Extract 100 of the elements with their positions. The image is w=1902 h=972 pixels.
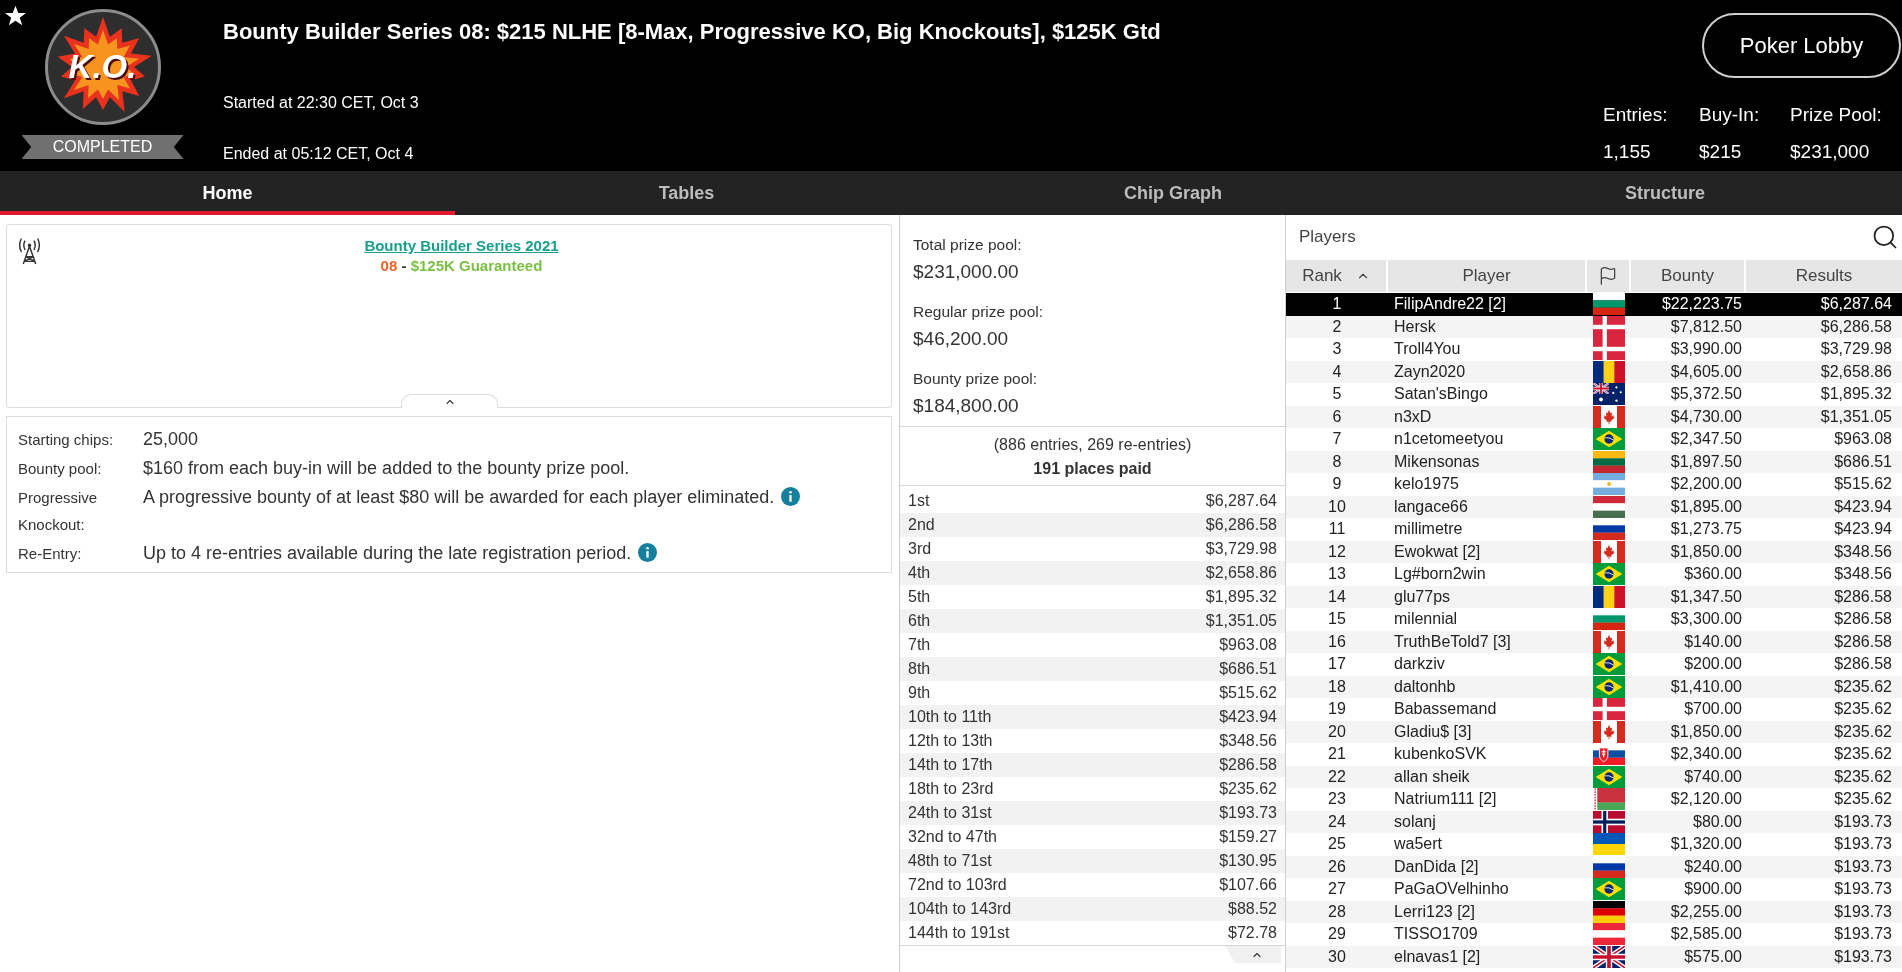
bounty-amount: $2,585.00 xyxy=(1669,924,1743,945)
result-amount: $6,286.58 xyxy=(1819,316,1893,337)
player-row[interactable]: 10 langace66 $1,895.00 $423.94 xyxy=(1286,495,1902,518)
place-label: 4th xyxy=(908,563,931,583)
search-icon xyxy=(1871,223,1899,251)
result-amount: $423.94 xyxy=(1833,496,1893,517)
result-amount: $193.73 xyxy=(1833,946,1893,967)
rank-number: 15 xyxy=(1327,609,1347,630)
result-amount: $963.08 xyxy=(1833,429,1893,450)
player-row[interactable]: 8 Mikensonas $1,897.50 $686.51 xyxy=(1286,450,1902,473)
player-row[interactable]: 6 n3xD $4,730.00 $1,351.05 xyxy=(1286,405,1902,428)
player-row[interactable]: 18 daltonhb $1,410.00 $235.62 xyxy=(1286,675,1902,698)
detail-label: Starting chips: xyxy=(18,430,115,450)
start-time: Started at 22:30 CET, Oct 3 xyxy=(223,93,420,113)
player-row[interactable]: 4 Zayn2020 $4,605.00 $2,658.86 xyxy=(1286,360,1902,383)
player-row[interactable]: 24 solanj $80.00 $193.73 xyxy=(1286,810,1902,833)
british-flag-icon xyxy=(1593,945,1625,968)
column-header[interactable]: Results xyxy=(1746,260,1902,292)
denmark-flag-icon xyxy=(1593,698,1625,721)
payout-amount: $88.52 xyxy=(1228,899,1277,919)
payout-amount: $286.58 xyxy=(1219,755,1277,775)
result-amount: $193.73 xyxy=(1833,924,1893,945)
player-row[interactable]: 28 Lerri123 [2] $2,255.00 $193.73 xyxy=(1286,900,1902,923)
player-name: daltonhb xyxy=(1393,676,1457,697)
place-label: 32nd to 47th xyxy=(908,827,997,847)
bounty-amount: $200.00 xyxy=(1683,654,1743,675)
stat-label: Buy-In: xyxy=(1699,103,1761,127)
russia-flag-icon xyxy=(1593,855,1625,878)
collapse-toggle[interactable] xyxy=(1225,946,1281,963)
player-row[interactable]: 2 Hersk $7,812.50 $6,286.58 xyxy=(1286,315,1902,338)
tab[interactable]: Structure xyxy=(1428,171,1902,215)
bounty-amount: $700.00 xyxy=(1683,699,1743,720)
result-amount: $286.58 xyxy=(1833,586,1893,607)
result-amount: $3,729.98 xyxy=(1819,339,1893,360)
bounty-amount: $1,273.75 xyxy=(1669,519,1743,540)
rank-number: 18 xyxy=(1327,676,1347,697)
info-icon[interactable] xyxy=(638,543,658,562)
rank-number: 7 xyxy=(1331,429,1343,450)
payout-amount: $6,286.58 xyxy=(1205,515,1277,535)
argentina-flag-icon xyxy=(1593,473,1625,496)
bounty-amount: $1,897.50 xyxy=(1669,451,1743,472)
stat-value: $231,000 xyxy=(1790,140,1871,164)
player-row[interactable]: 20 Gladiu$ [3] $1,850.00 $235.62 xyxy=(1286,720,1902,743)
result-amount: $1,351.05 xyxy=(1819,406,1893,427)
player-row[interactable]: 30 elnavas1 [2] $575.00 $193.73 xyxy=(1286,945,1902,968)
player-row[interactable]: 16 TruthBeTold7 [3] $140.00 $286.58 xyxy=(1286,630,1902,653)
rank-number: 3 xyxy=(1331,339,1343,360)
bounty-amount: $1,347.50 xyxy=(1669,586,1743,607)
payout-amount: $130.95 xyxy=(1219,851,1277,871)
payout-amount: $235.62 xyxy=(1219,779,1277,799)
player-row[interactable]: 1 FilipAndre22 [2] $22,223.75 $6,287.64 xyxy=(1286,293,1902,316)
stat-value: $215 xyxy=(1699,140,1743,164)
rank-number: 10 xyxy=(1327,496,1347,517)
player-name: wa5ert xyxy=(1393,834,1444,855)
player-name: Troll4You xyxy=(1393,339,1462,360)
detail-label: Re-Entry: xyxy=(18,544,83,564)
result-amount: $235.62 xyxy=(1833,744,1893,765)
bounty-amount: $2,340.00 xyxy=(1669,744,1743,765)
place-label: 2nd xyxy=(908,515,935,535)
player-name: PaGaOVelhinho xyxy=(1393,879,1510,900)
detail-label: Bounty pool: xyxy=(18,459,103,479)
brazil-flag-icon xyxy=(1593,653,1625,676)
bounty-amount: $3,990.00 xyxy=(1669,339,1743,360)
tab[interactable]: Home xyxy=(0,171,455,215)
player-name: solanj xyxy=(1393,811,1437,832)
rank-number: 9 xyxy=(1331,474,1343,495)
info-icon[interactable] xyxy=(781,487,801,506)
detail-value: $160 from each buy-in will be added to the bounty prize pool. xyxy=(143,458,630,478)
poker-lobby-button[interactable]: Poker Lobby xyxy=(1702,13,1901,78)
pool-label: Total prize pool: xyxy=(913,235,1022,255)
bounty-amount: $4,605.00 xyxy=(1669,361,1743,382)
payout-amount: $6,287.64 xyxy=(1205,491,1277,511)
player-row[interactable]: 26 DanDida [2] $240.00 $193.73 xyxy=(1286,855,1902,878)
result-amount: $686.51 xyxy=(1833,451,1893,472)
player-name: TruthBeTold7 [3] xyxy=(1393,631,1512,652)
bounty-amount: $140.00 xyxy=(1683,631,1743,652)
rank-number: 6 xyxy=(1331,406,1343,427)
rank-number: 30 xyxy=(1327,946,1347,967)
rank-number: 22 xyxy=(1327,766,1347,787)
tab[interactable]: Tables xyxy=(455,171,918,215)
entries-note: (886 entries, 269 re-entries) xyxy=(993,435,1192,455)
player-name: DanDida [2] xyxy=(1393,856,1480,877)
player-name: Hersk xyxy=(1393,316,1437,337)
result-amount: $423.94 xyxy=(1833,519,1893,540)
player-row[interactable]: 14 glu77ps $1,347.50 $286.58 xyxy=(1286,585,1902,608)
star-icon[interactable] xyxy=(5,5,26,26)
collapse-toggle[interactable] xyxy=(401,394,498,408)
player-name: Lerri123 [2] xyxy=(1393,901,1476,922)
brazil-flag-icon xyxy=(1593,563,1625,586)
brazil-flag-icon xyxy=(1593,765,1625,788)
tab[interactable]: Chip Graph xyxy=(918,171,1428,215)
brazil-flag-icon xyxy=(1593,675,1625,698)
player-name: millimetre xyxy=(1393,519,1464,540)
player-row[interactable]: 12 Ewokwat [2] $1,850.00 $348.56 xyxy=(1286,540,1902,563)
player-row[interactable]: 22 allan sheik $740.00 $235.62 xyxy=(1286,765,1902,788)
place-label: 144th to 191st xyxy=(908,923,1010,943)
player-name: TISSO1709 xyxy=(1393,924,1479,945)
denmark-flag-icon xyxy=(1593,315,1625,338)
brazil-flag-icon xyxy=(1593,878,1625,901)
result-amount: $235.62 xyxy=(1833,721,1893,742)
